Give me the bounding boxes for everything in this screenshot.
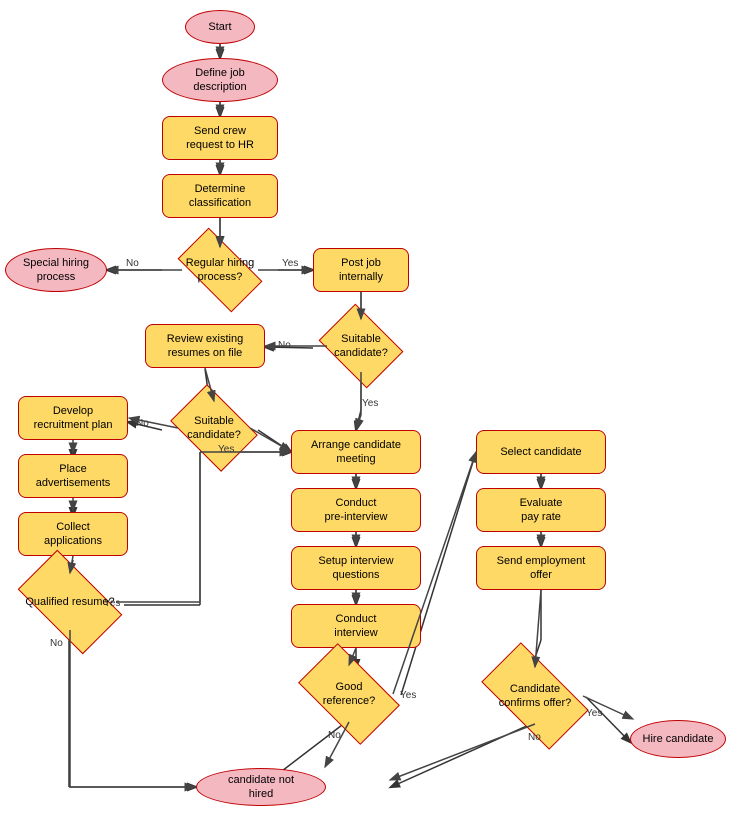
- not-hired-label: candidate nothired: [228, 773, 294, 802]
- send-offer-node: Send employmentoffer: [476, 546, 606, 590]
- no-label-3: No: [136, 418, 149, 429]
- yes-label-2: Yes: [362, 398, 378, 409]
- post-job-node: Post jobinternally: [313, 248, 409, 292]
- yes-label-1: Yes: [282, 258, 298, 269]
- arrange-label: Arrange candidatemeeting: [311, 438, 401, 467]
- define-job-node: Define jobdescription: [162, 58, 278, 102]
- special-hiring-label: Special hiringprocess: [23, 256, 89, 285]
- determine-label: Determineclassification: [189, 182, 251, 211]
- yes-label-5: Yes: [400, 690, 416, 701]
- yes-label-3: Yes: [218, 444, 234, 455]
- determine-node: Determineclassification: [162, 174, 278, 218]
- pre-interview-label: Conductpre-interview: [325, 496, 388, 525]
- no-label-1: No: [126, 258, 139, 269]
- send-crew-node: Send crewrequest to HR: [162, 116, 278, 160]
- hire-candidate-node: Hire candidate: [630, 720, 726, 758]
- place-ads-label: Placeadvertisements: [36, 462, 111, 491]
- send-offer-label: Send employmentoffer: [497, 554, 586, 583]
- yes-label-6: Yes: [586, 708, 602, 719]
- no-label-2: No: [278, 340, 291, 351]
- review-resumes-label: Review existingresumes on file: [167, 332, 243, 361]
- evaluate-pay-label: Evaluatepay rate: [520, 496, 563, 525]
- post-job-label: Post jobinternally: [339, 256, 383, 285]
- select-candidate-node: Select candidate: [476, 430, 606, 474]
- collect-apps-label: Collectapplications: [44, 520, 102, 549]
- conduct-interview-label: Conductinterview: [334, 612, 377, 641]
- setup-interview-label: Setup interviewquestions: [318, 554, 393, 583]
- develop-recruit-label: Developrecruitment plan: [34, 404, 113, 433]
- no-label-4: No: [50, 638, 63, 649]
- special-hiring-node: Special hiringprocess: [5, 248, 107, 292]
- good-ref-diamond: [298, 643, 400, 745]
- suitable1-diamond: [319, 304, 404, 389]
- place-ads-node: Placeadvertisements: [18, 454, 128, 498]
- define-job-label: Define jobdescription: [193, 66, 246, 95]
- arrange-node: Arrange candidatemeeting: [291, 430, 421, 474]
- no-label-5: No: [328, 730, 341, 741]
- regular-hiring-diamond: [178, 228, 263, 313]
- collect-apps-node: Collectapplications: [18, 512, 128, 556]
- select-candidate-label: Select candidate: [500, 445, 581, 459]
- review-resumes-node: Review existingresumes on file: [145, 324, 265, 368]
- send-crew-label: Send crewrequest to HR: [186, 124, 254, 153]
- start-label: Start: [208, 20, 231, 34]
- evaluate-pay-node: Evaluatepay rate: [476, 488, 606, 532]
- setup-interview-node: Setup interviewquestions: [291, 546, 421, 590]
- yes-label-4: Yes: [104, 598, 120, 609]
- suitable2-diamond: [170, 384, 258, 472]
- conduct-interview-node: Conductinterview: [291, 604, 421, 648]
- flowchart: Start Define jobdescription Send crewreq…: [0, 0, 733, 818]
- start-node: Start: [185, 10, 255, 44]
- pre-interview-node: Conductpre-interview: [291, 488, 421, 532]
- not-hired-node: candidate nothired: [196, 768, 326, 806]
- no-label-6: No: [528, 732, 541, 743]
- develop-recruit-node: Developrecruitment plan: [18, 396, 128, 440]
- hire-candidate-label: Hire candidate: [643, 732, 714, 746]
